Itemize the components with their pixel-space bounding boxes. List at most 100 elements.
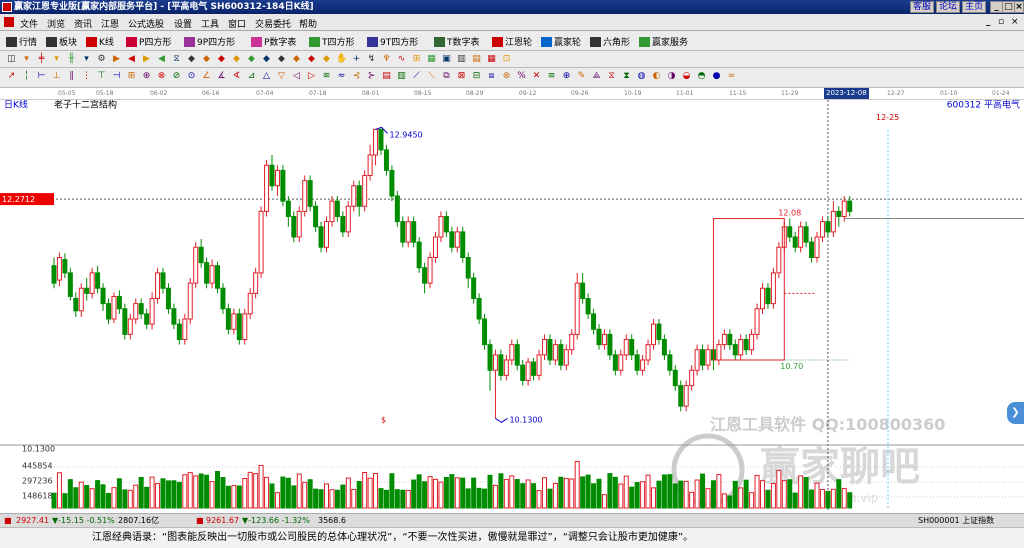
analysis-tool-icon[interactable]: ⊤ [96, 71, 107, 82]
toolbar-p-table-button[interactable]: P数字表 [251, 35, 296, 48]
toolbar-p-square-button[interactable]: P四方形 [126, 35, 171, 48]
analysis-tool-icon[interactable]: ◍ [636, 71, 647, 82]
draw-tool-icon[interactable]: ◀ [126, 54, 137, 65]
draw-tool-icon[interactable]: ◆ [291, 54, 302, 65]
draw-tool-icon[interactable]: ✋ [336, 54, 347, 65]
draw-tool-icon[interactable]: ▾ [81, 54, 92, 65]
toolbar-blocks-button[interactable]: 板块 [46, 35, 77, 48]
analysis-tool-icon[interactable]: ⊣ [111, 71, 122, 82]
analysis-tool-icon[interactable]: % [516, 71, 527, 82]
draw-tool-icon[interactable]: ⊡ [501, 54, 512, 65]
mdi-restore[interactable]: ▫ [998, 17, 1004, 27]
analysis-tool-icon[interactable]: ∠ [201, 71, 212, 82]
analysis-tool-icon[interactable]: ⊛ [501, 71, 512, 82]
menu-tools[interactable]: 工具 [201, 17, 219, 30]
analysis-tool-icon[interactable]: ∡ [216, 71, 227, 82]
forum-button[interactable]: 论坛 [936, 1, 960, 13]
draw-tool-icon[interactable]: ♆ [381, 54, 392, 65]
analysis-tool-icon[interactable]: ▥ [396, 71, 407, 82]
menu-window[interactable]: 窗口 [228, 17, 246, 30]
analysis-tool-icon[interactable]: ∞ [726, 71, 737, 82]
draw-tool-icon[interactable]: ◆ [276, 54, 287, 65]
toolbar-gann-wheel-button[interactable]: 江恩轮 [492, 35, 532, 48]
analysis-tool-icon[interactable]: ⊞ [126, 71, 137, 82]
draw-tool-icon[interactable]: ▾ [51, 54, 62, 65]
toolbar-grid-button[interactable]: 行情 [6, 35, 37, 48]
draw-tool-icon[interactable]: ╫ [66, 54, 77, 65]
toolbar-service-button[interactable]: 赢家服务 [639, 35, 688, 48]
analysis-tool-icon[interactable]: ◓ [696, 71, 707, 82]
draw-tool-icon[interactable]: ◆ [246, 54, 257, 65]
draw-tool-icon[interactable]: ╪ [36, 54, 47, 65]
home-button[interactable]: 主页 [962, 1, 986, 13]
analysis-tool-icon[interactable]: ⊠ [456, 71, 467, 82]
analysis-tool-icon[interactable]: ∢ [231, 71, 242, 82]
menu-file[interactable]: 文件 [20, 17, 38, 30]
close-button[interactable]: × [1014, 1, 1024, 13]
menu-news[interactable]: 资讯 [74, 17, 92, 30]
menu-browse[interactable]: 浏览 [47, 17, 65, 30]
draw-tool-icon[interactable]: ◆ [261, 54, 272, 65]
menu-settings[interactable]: 设置 [174, 17, 192, 30]
draw-tool-icon[interactable]: ▦ [426, 54, 437, 65]
analysis-tool-icon[interactable]: ⊟ [471, 71, 482, 82]
draw-tool-icon[interactable]: ⧖ [171, 54, 182, 65]
menu-trade[interactable]: 交易委托 [255, 17, 291, 30]
mdi-minimize[interactable]: _ [986, 17, 991, 27]
analysis-tool-icon[interactable]: ◁ [291, 71, 302, 82]
analysis-tool-icon[interactable]: ╎ [21, 71, 32, 82]
analysis-tool-icon[interactable]: ↗ [6, 71, 17, 82]
draw-tool-icon[interactable]: ◫ [6, 54, 17, 65]
analysis-tool-icon[interactable]: ● [711, 71, 722, 82]
draw-tool-icon[interactable]: ▥ [456, 54, 467, 65]
analysis-tool-icon[interactable]: ⟍ [426, 71, 437, 82]
analysis-tool-icon[interactable]: ⧉ [441, 71, 452, 82]
toolbar-t-table-button[interactable]: T数字表 [434, 35, 480, 48]
toolbar-kline-button[interactable]: K线 [86, 35, 114, 48]
analysis-tool-icon[interactable]: △ [261, 71, 272, 82]
analysis-tool-icon[interactable]: ◒ [681, 71, 692, 82]
draw-tool-icon[interactable]: ◆ [186, 54, 197, 65]
draw-tool-icon[interactable]: ⚙ [96, 54, 107, 65]
draw-tool-icon[interactable]: ◆ [321, 54, 332, 65]
analysis-tool-icon[interactable]: ≋ [321, 71, 332, 82]
toolbar-winner-wheel-button[interactable]: 赢家轮 [541, 35, 581, 48]
draw-tool-icon[interactable]: + [351, 54, 362, 65]
analysis-tool-icon[interactable]: ⟁ [591, 71, 602, 82]
analysis-tool-icon[interactable]: ▤ [381, 71, 392, 82]
menu-help[interactable]: 帮助 [299, 17, 317, 30]
draw-tool-icon[interactable]: ∿ [396, 54, 407, 65]
analysis-tool-icon[interactable]: ✕ [531, 71, 542, 82]
analysis-tool-icon[interactable]: ▷ [306, 71, 317, 82]
menu-gann[interactable]: 江恩 [101, 17, 119, 30]
analysis-tool-icon[interactable]: ⧈ [486, 71, 497, 82]
analysis-tool-icon[interactable]: ⊗ [156, 71, 167, 82]
analysis-tool-icon[interactable]: ⊰ [351, 71, 362, 82]
draw-tool-icon[interactable]: ◆ [306, 54, 317, 65]
draw-tool-icon[interactable]: ▶ [111, 54, 122, 65]
draw-tool-icon[interactable]: ▶ [141, 54, 152, 65]
toolbar-9t-square-button[interactable]: 9T四方形 [367, 35, 418, 48]
draw-tool-icon[interactable]: ▾ [21, 54, 32, 65]
draw-tool-icon[interactable]: ▦ [486, 54, 497, 65]
analysis-tool-icon[interactable]: ▽ [276, 71, 287, 82]
toolbar-9p-square-button[interactable]: 9P四方形 [184, 35, 235, 48]
analysis-tool-icon[interactable]: ≈ [336, 71, 347, 82]
analysis-tool-icon[interactable]: ⧖ [606, 71, 617, 82]
draw-tool-icon[interactable]: ◆ [231, 54, 242, 65]
service-button[interactable]: 客服 [910, 1, 934, 13]
kline-chart[interactable]: 日K线 老子十二宫结构 600312 平高电气江恩工具软件 QQ:100800360… [0, 100, 1024, 510]
analysis-tool-icon[interactable]: ⊢ [36, 71, 47, 82]
analysis-tool-icon[interactable]: ◐ [651, 71, 662, 82]
draw-tool-icon[interactable]: ↯ [366, 54, 377, 65]
analysis-tool-icon[interactable]: ⧗ [621, 71, 632, 82]
analysis-tool-icon[interactable]: ≡ [546, 71, 557, 82]
analysis-tool-icon[interactable]: ⊕ [141, 71, 152, 82]
analysis-tool-icon[interactable]: ∥ [66, 71, 77, 82]
analysis-tool-icon[interactable]: ⊕ [561, 71, 572, 82]
scroll-right-button[interactable]: ❯ [1007, 402, 1024, 424]
draw-tool-icon[interactable]: ◀ [156, 54, 167, 65]
analysis-tool-icon[interactable]: ⊥ [51, 71, 62, 82]
draw-tool-icon[interactable]: ⊞ [411, 54, 422, 65]
analysis-tool-icon[interactable]: ⟋ [411, 71, 422, 82]
